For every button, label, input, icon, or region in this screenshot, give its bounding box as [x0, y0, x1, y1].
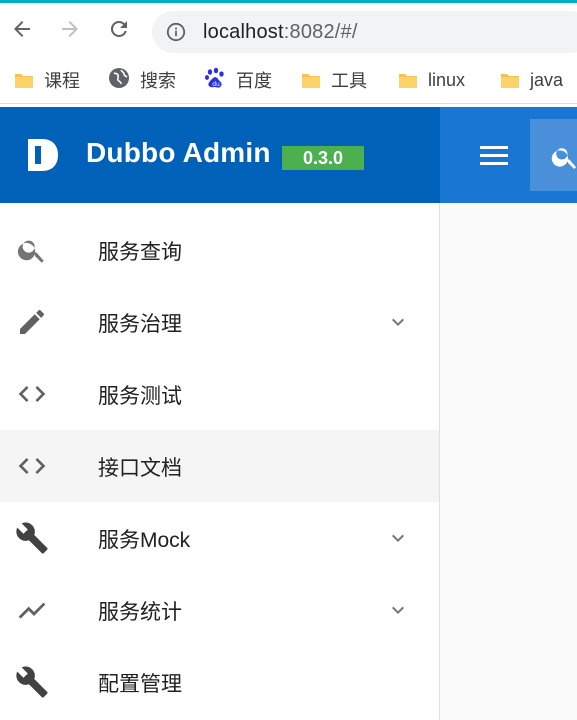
- chevron-down-icon[interactable]: [386, 598, 410, 622]
- url-text[interactable]: localhost:8082/#/: [203, 21, 358, 44]
- globe-icon: [108, 67, 130, 94]
- wrench-icon: [14, 666, 50, 698]
- sidebar-item-service-search[interactable]: 服务查询: [0, 214, 439, 286]
- bookmark-label: 课程: [44, 71, 80, 91]
- sidebar-item-label: 服务测试: [98, 385, 182, 408]
- bookmark-linux[interactable]: linux: [398, 66, 465, 94]
- url-path: :8082/#/: [283, 21, 358, 43]
- bookmark-kecheng[interactable]: 课程: [14, 66, 80, 94]
- browser-toolbar: localhost:8082/#/: [0, 3, 577, 57]
- bookmark-baidu[interactable]: du 百度: [204, 66, 272, 94]
- reload-icon[interactable]: [106, 16, 132, 42]
- code-icon: [14, 378, 50, 410]
- main-content: [440, 203, 577, 720]
- sidebar-item-label: 服务治理: [98, 313, 182, 336]
- chevron-down-icon[interactable]: [386, 310, 410, 334]
- svg-text:du: du: [212, 80, 220, 87]
- wrench-icon: [14, 522, 50, 554]
- bookmark-label: linux: [428, 69, 466, 90]
- chevron-down-icon[interactable]: [386, 526, 410, 550]
- bookmark-java[interactable]: java: [500, 66, 563, 94]
- code-icon: [14, 450, 50, 482]
- header-search-button[interactable]: [530, 119, 577, 191]
- baidu-paw-icon: du: [204, 67, 226, 94]
- search-icon: [14, 234, 50, 266]
- bookmark-gongju[interactable]: 工具: [301, 66, 367, 94]
- app-header: Dubbo Admin 0.3.0: [0, 107, 577, 203]
- sidebar-item-service-stats[interactable]: 服务统计: [0, 574, 439, 646]
- sidebar-item-service-test[interactable]: 服务测试: [0, 358, 439, 430]
- sidebar-item-label: 配置管理: [98, 673, 182, 696]
- bookmark-label: 工具: [331, 71, 367, 91]
- app-title[interactable]: Dubbo Admin: [86, 137, 271, 169]
- arrow-left-icon[interactable]: [9, 16, 35, 42]
- search-icon: [550, 142, 577, 177]
- brand-area: Dubbo Admin 0.3.0: [0, 107, 440, 203]
- bookmark-label: 搜索: [140, 71, 176, 91]
- pencil-icon: [14, 306, 50, 338]
- sidebar-item-label: 服务统计: [98, 601, 182, 624]
- url-host: localhost: [203, 21, 284, 43]
- folder-icon: [398, 71, 418, 89]
- bookmarks-bar: 课程 搜索 du 百度 工具 linux java: [0, 57, 577, 104]
- bookmark-label: java: [530, 69, 564, 90]
- sidebar-item-api-docs[interactable]: 接口文档: [0, 430, 439, 502]
- folder-icon: [500, 71, 520, 89]
- sidebar-item-label: 服务Mock: [98, 529, 191, 552]
- menu-icon[interactable]: [476, 141, 512, 169]
- sidebar-item-label: 服务查询: [98, 241, 182, 264]
- info-icon[interactable]: [166, 22, 186, 47]
- address-bar[interactable]: localhost:8082/#/: [152, 11, 577, 53]
- sidebar-item-config-management[interactable]: 配置管理: [0, 646, 439, 718]
- arrow-right-icon[interactable]: [57, 16, 83, 42]
- bookmark-sousuo[interactable]: 搜索: [108, 66, 176, 94]
- bookmark-label: 百度: [236, 71, 272, 91]
- sidebar: 服务查询 服务治理 服务测试 接口文档 服务Mock 服务统计 配置管理: [0, 203, 440, 720]
- dubbo-logo-icon: [26, 137, 60, 178]
- version-badge: 0.3.0: [282, 146, 364, 170]
- folder-icon: [301, 71, 321, 89]
- sidebar-item-service-governance[interactable]: 服务治理: [0, 286, 439, 358]
- sidebar-item-label: 接口文档: [98, 457, 182, 480]
- folder-icon: [14, 71, 34, 89]
- sidebar-item-service-mock[interactable]: 服务Mock: [0, 502, 439, 574]
- trending-icon: [14, 594, 50, 626]
